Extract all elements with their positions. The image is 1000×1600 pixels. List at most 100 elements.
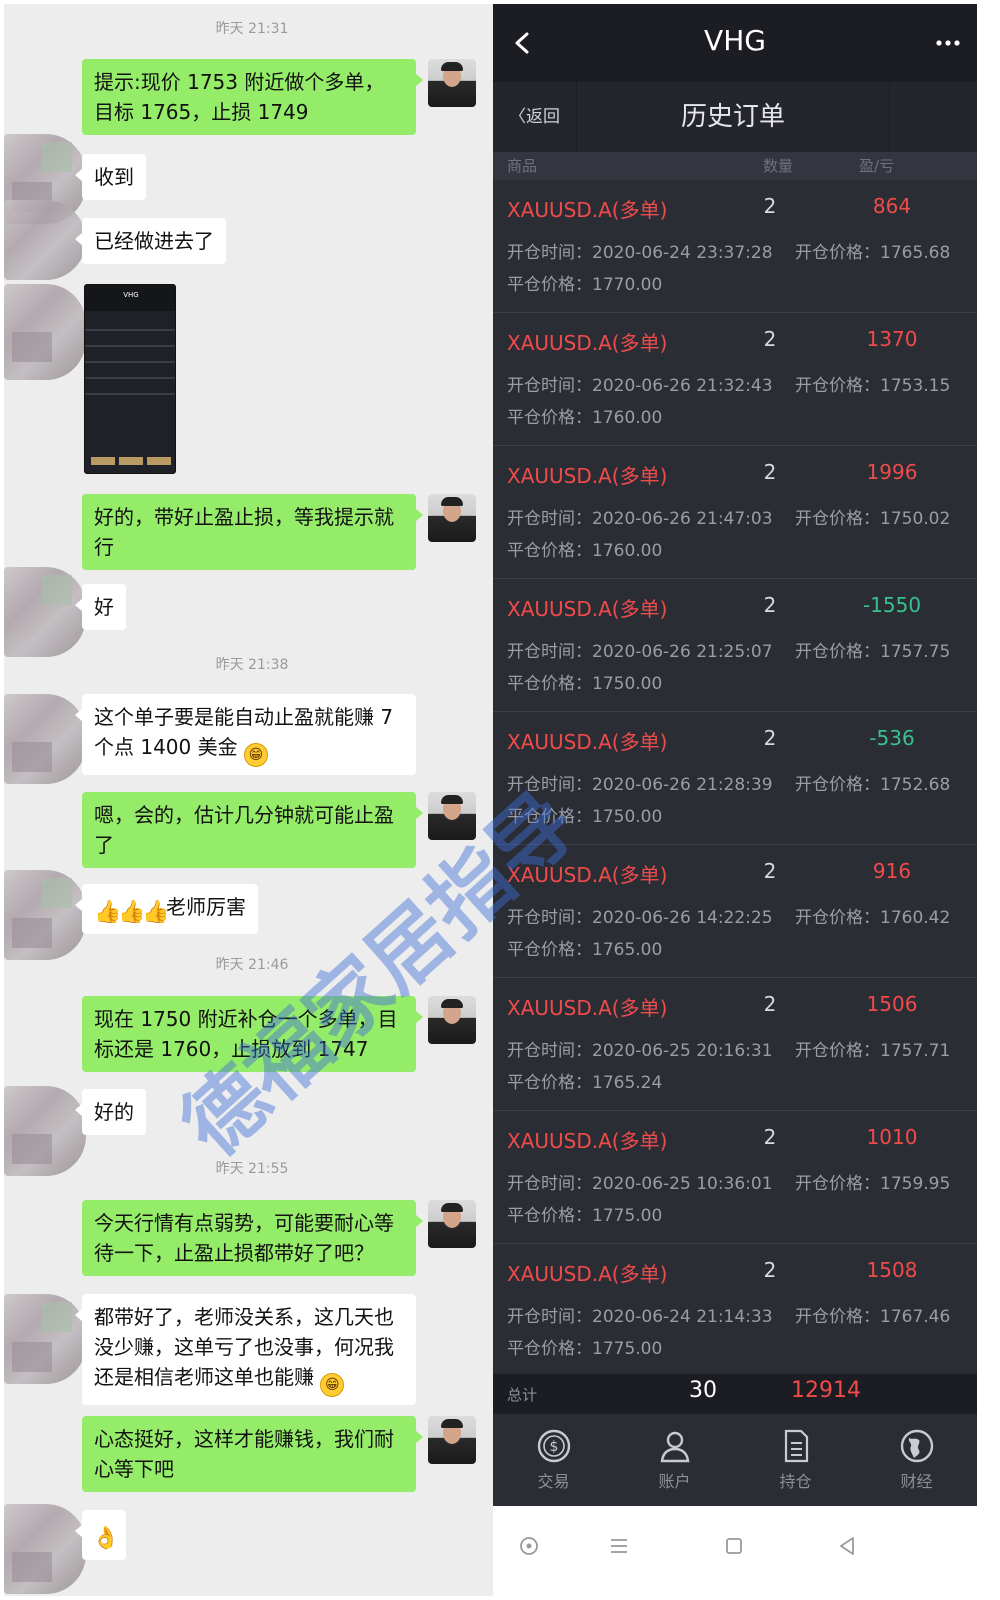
order-close-price: 平仓价格：1770.00: [507, 275, 663, 295]
order-open-price: 开仓价格：1767.46: [795, 1307, 951, 1327]
order-profit-loss: 916: [872, 859, 912, 883]
contact-avatar-blurred[interactable]: [4, 200, 86, 280]
contact-avatar-blurred[interactable]: [4, 567, 86, 657]
order-open-price: 开仓价格：1750.02: [795, 509, 951, 529]
message-bubble-contact[interactable]: 都带好了，老师没关系，这几天也没少赚，这单亏了也没事，何况我还是相信老师这单也能…: [75, 1294, 416, 1405]
message-bubble-contact[interactable]: 好: [75, 584, 126, 630]
order-close-price: 平仓价格：1760.00: [507, 408, 663, 428]
order-quantity: 2: [763, 992, 777, 1016]
tab-label: 账户: [658, 1472, 691, 1491]
total-label: 总计: [507, 1386, 538, 1404]
home-square-icon[interactable]: [722, 1534, 746, 1558]
message-bubble-contact[interactable]: 已经做进去了: [75, 218, 226, 264]
message-bubble-contact[interactable]: 👌: [75, 1510, 126, 1560]
order-symbol: XAUUSD.A(多单): [507, 1129, 668, 1153]
message-bubble-contact[interactable]: 收到: [75, 154, 146, 200]
order-close-price: 平仓价格：1765.24: [507, 1073, 663, 1093]
order-profit-loss: 1010: [866, 1125, 918, 1149]
order-open-time: 开仓时间：2020-06-25 20:16:31: [507, 1041, 773, 1061]
order-profit-loss: 864: [872, 194, 912, 218]
order-row[interactable]: XAUUSD.A(多单) 2 1010 开仓时间：2020-06-25 10:36:0…: [493, 1111, 977, 1244]
total-profit: 12914: [791, 1378, 861, 1403]
sub-header-spacer: [889, 82, 977, 152]
message-bubble-contact[interactable]: 好的: [75, 1089, 146, 1135]
tab-label: 交易: [537, 1472, 570, 1491]
order-symbol: XAUUSD.A(多单): [507, 331, 668, 355]
contact-avatar-blurred[interactable]: [4, 284, 86, 380]
column-header: 商品 数量 盈/亏: [493, 152, 977, 180]
order-close-price: 平仓价格：1775.00: [507, 1339, 663, 1359]
chat-timestamp: 昨天 21:55: [215, 1161, 289, 1177]
message-bubble-contact[interactable]: 这个单子要是能自动止盈就能赚 7 个点 1400 美金 😁: [75, 694, 416, 775]
order-open-time: 开仓时间：2020-06-24 21:14:33: [507, 1307, 773, 1327]
order-open-price: 开仓价格：1759.95: [795, 1174, 951, 1194]
my-avatar[interactable]: [428, 494, 476, 542]
return-button[interactable]: 〈返回: [493, 82, 577, 152]
order-row[interactable]: XAUUSD.A(多单) 2 1508 开仓时间：2020-06-24 21:14:3…: [493, 1244, 977, 1377]
order-row[interactable]: XAUUSD.A(多单) 2 1996 开仓时间：2020-06-26 21:47:0…: [493, 446, 977, 579]
assistant-circle-icon[interactable]: [517, 1534, 541, 1558]
chat-timestamp: 昨天 21:31: [215, 21, 289, 37]
system-nav-bar: [493, 1506, 977, 1596]
message-bubble-contact[interactable]: 👍👍👍老师厉害: [75, 884, 258, 934]
message-bubble-mine[interactable]: 好的，带好止盈止损，等我提示就行: [82, 494, 423, 570]
dollar-coin-icon: $: [537, 1429, 570, 1463]
menu-icon[interactable]: [607, 1534, 631, 1558]
order-row[interactable]: XAUUSD.A(多单) 2 1506 开仓时间：2020-06-25 20:16:3…: [493, 978, 977, 1111]
order-quantity: 2: [763, 460, 777, 484]
thumbs-up-emoji-icon: 👍: [94, 900, 122, 925]
order-profit-loss: 1370: [866, 327, 918, 351]
shared-screenshot-thumbnail[interactable]: VHG: [84, 284, 176, 474]
order-row[interactable]: XAUUSD.A(多单) 2 864 开仓时间：2020-06-24 23:37:28…: [493, 180, 977, 313]
order-row[interactable]: XAUUSD.A(多单) 2 916 开仓时间：2020-06-26 14:22:25…: [493, 845, 977, 978]
order-row[interactable]: XAUUSD.A(多单) 2 1370 开仓时间：2020-06-26 21:32:4…: [493, 313, 977, 446]
my-avatar[interactable]: [428, 792, 476, 840]
order-open-time: 开仓时间：2020-06-26 14:22:25: [507, 908, 773, 928]
order-row[interactable]: XAUUSD.A(多单) 2 -1550 开仓时间：2020-06-26 21:25:…: [493, 579, 977, 712]
back-triangle-icon[interactable]: [835, 1534, 859, 1558]
message-bubble-mine[interactable]: 现在 1750 附近补仓一个多单，目标还是 1760，止损放到 1747: [82, 996, 423, 1072]
order-profit-loss: -1550: [862, 593, 922, 617]
my-avatar[interactable]: [428, 996, 476, 1044]
tab-account[interactable]: 账户: [614, 1424, 735, 1500]
order-profit-loss: 1506: [866, 992, 918, 1016]
order-quantity: 2: [763, 1125, 777, 1149]
order-quantity: 2: [763, 593, 777, 617]
contact-avatar-blurred[interactable]: [4, 1294, 86, 1384]
thumbs-up-emoji-icon: 👍: [142, 900, 170, 925]
order-open-time: 开仓时间：2020-06-26 21:32:43: [507, 376, 773, 396]
order-close-price: 平仓价格：1760.00: [507, 541, 663, 561]
message-bubble-mine[interactable]: 提示:现价 1753 附近做个多单，目标 1765，止损 1749: [82, 59, 423, 135]
my-avatar[interactable]: [428, 59, 476, 107]
order-symbol: XAUUSD.A(多单): [507, 996, 668, 1020]
contact-avatar-blurred[interactable]: [4, 1504, 86, 1594]
contact-avatar-blurred[interactable]: [4, 694, 86, 784]
order-symbol: XAUUSD.A(多单): [507, 1262, 668, 1286]
order-open-time: 开仓时间：2020-06-26 21:25:07: [507, 642, 773, 662]
message-text: 都带好了，老师没关系，这几天也没少赚，这单亏了也没事，何况我还是相信老师这单也能…: [94, 1305, 394, 1389]
message-bubble-mine[interactable]: 心态挺好，这样才能赚钱，我们耐心等下吧: [82, 1416, 423, 1492]
message-bubble-mine[interactable]: 今天行情有点弱势，可能要耐心等待一下，止盈止损都带好了吧？: [82, 1200, 423, 1276]
chat-timestamp: 昨天 21:38: [215, 657, 289, 673]
contact-avatar-blurred[interactable]: [4, 870, 86, 960]
app-title-bar: VHG: [493, 4, 977, 82]
thumbnail-title: VHG: [123, 291, 139, 299]
order-open-price: 开仓价格：1757.71: [795, 1041, 951, 1061]
tab-trade[interactable]: $ 交易: [493, 1424, 614, 1500]
grin-emoji-icon: 😁: [243, 743, 268, 767]
my-avatar[interactable]: [428, 1416, 476, 1464]
more-options-icon[interactable]: [933, 34, 963, 52]
order-open-price: 开仓价格：1752.68: [795, 775, 951, 795]
order-symbol: XAUUSD.A(多单): [507, 863, 668, 887]
order-open-price: 开仓价格：1753.15: [795, 376, 951, 396]
message-bubble-mine[interactable]: 嗯，会的，估计几分钟就可能止盈了: [82, 792, 423, 868]
total-quantity: 30: [689, 1378, 717, 1403]
tab-positions[interactable]: 持仓: [735, 1424, 856, 1500]
person-icon: [660, 1431, 689, 1463]
order-row[interactable]: XAUUSD.A(多单) 2 -536 开仓时间：2020-06-26 21:28:3…: [493, 712, 977, 845]
order-open-price: 开仓价格：1765.68: [795, 243, 951, 263]
my-avatar[interactable]: [428, 1200, 476, 1248]
tab-finance[interactable]: 财经: [856, 1424, 977, 1500]
order-open-time: 开仓时间：2020-06-25 10:36:01: [507, 1174, 773, 1194]
order-quantity: 2: [763, 1258, 777, 1282]
